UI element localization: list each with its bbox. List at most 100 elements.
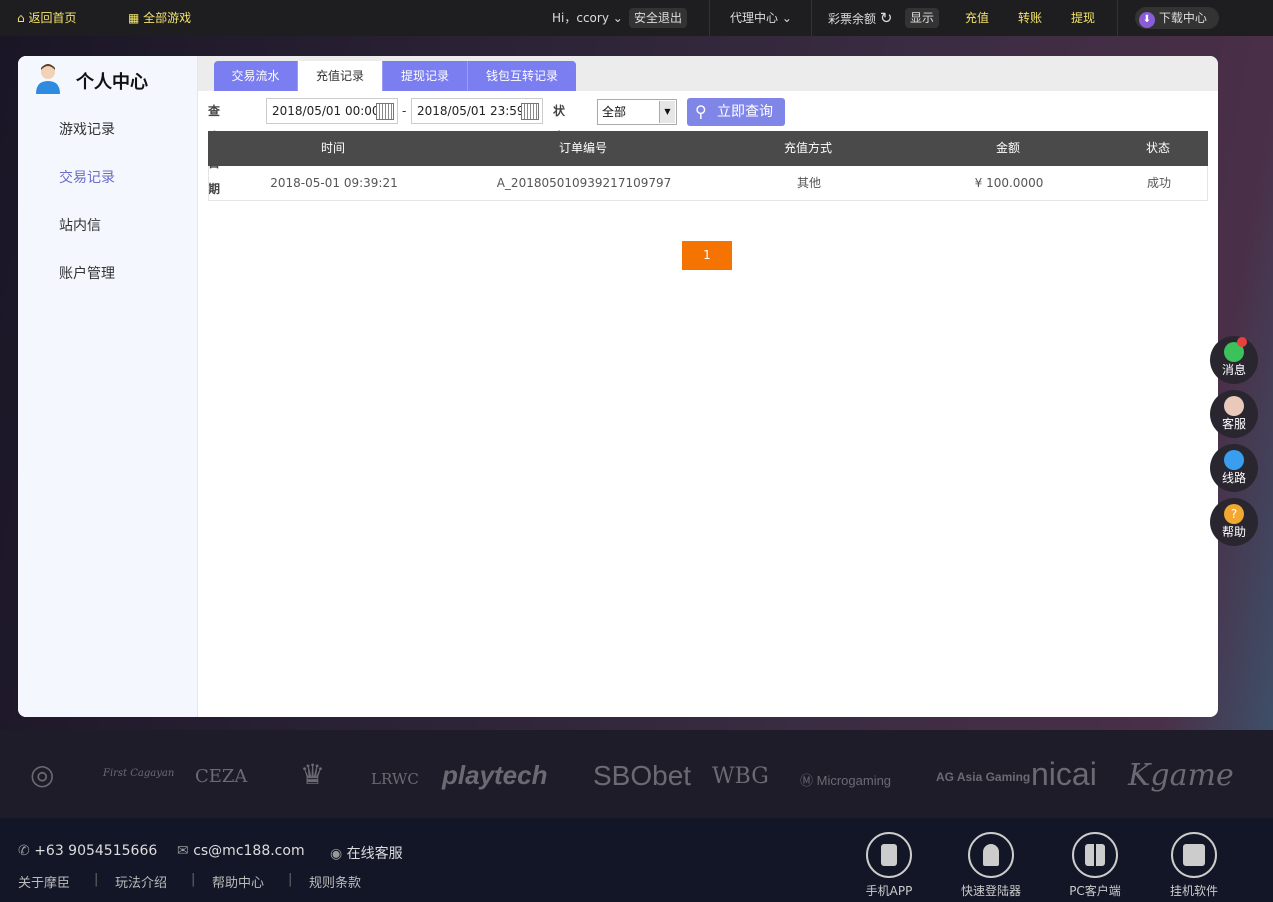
pc-client-label: PC客户端 — [1069, 884, 1121, 898]
sidebar-item-messages[interactable]: 站内信 — [59, 215, 101, 235]
tab-transactions[interactable]: 交易流水 — [214, 61, 298, 91]
logo-ag: AG Asia Gaming — [936, 770, 1031, 784]
user-avatar-icon — [36, 64, 60, 94]
end-date-input[interactable]: 2018/05/01 23:59 — [411, 98, 543, 124]
divider: | — [288, 872, 293, 887]
phone-contact: ✆ +63 9054515666 — [18, 843, 157, 859]
window-app-icon — [1171, 832, 1217, 878]
logo-lrwc: LRWC — [371, 770, 419, 788]
query-label: 立即查询 — [717, 104, 773, 120]
deposit-link[interactable]: 充值 — [965, 0, 989, 36]
all-games-label: 全部游戏 — [143, 11, 192, 25]
status-select[interactable]: 全部 ▼ — [597, 99, 677, 125]
agent-avatar-icon — [1224, 396, 1244, 416]
col-status: 状态 — [1145, 141, 1170, 155]
sidebar-item-game-records[interactable]: 游戏记录 — [59, 119, 115, 139]
logo-playtech: playtech — [442, 760, 548, 790]
calendar-icon[interactable] — [521, 103, 539, 120]
home-link[interactable]: ⌂ 返回首页 — [17, 0, 76, 36]
grid-icon: ▦ — [128, 11, 140, 25]
logo-sbobet: SBObet — [593, 760, 692, 791]
email-icon: ✉ — [177, 843, 189, 859]
cell-time: 2018-05-01 09:39:21 — [270, 176, 398, 190]
logo-first-cagayan: First Cagayan — [103, 768, 175, 779]
float-route-button[interactable]: 线路 — [1210, 444, 1258, 492]
cell-order-no: A_201805010939217109797 — [496, 176, 672, 190]
divider: | — [191, 872, 196, 887]
table-header: 时间 订单编号 充值方式 金额 状态 — [208, 131, 1208, 166]
page-button-1[interactable]: 1 — [682, 241, 732, 270]
online-service-label: 在线客服 — [346, 846, 403, 862]
online-service-link[interactable]: ◉ 在线客服 — [330, 843, 403, 863]
transfer-link[interactable]: 转账 — [1018, 0, 1042, 36]
windows-icon — [1072, 832, 1118, 878]
tab-bar: 交易流水 充值记录 提现记录 钱包互转记录 — [198, 56, 1218, 91]
cell-method: 其他 — [796, 176, 821, 190]
download-label: 下载中心 — [1158, 11, 1207, 25]
sidebar-item-account[interactable]: 账户管理 — [59, 263, 115, 283]
messages-label: 消息 — [1221, 363, 1246, 377]
headset-icon: ◉ — [330, 846, 343, 862]
float-messages-button[interactable]: 消息 — [1210, 336, 1258, 384]
logo-wbg: WBG — [712, 764, 769, 789]
quick-launcher-label: 快速登陆器 — [960, 884, 1021, 898]
footer-link-rules[interactable]: 规则条款 — [309, 872, 361, 891]
download-center-button[interactable]: ⬇ 下载中心 — [1135, 7, 1219, 29]
speedometer-icon — [1224, 450, 1244, 470]
divider — [811, 0, 812, 36]
help-icon: ? — [1224, 504, 1244, 524]
withdraw-link[interactable]: 提现 — [1071, 0, 1095, 36]
tab-deposit-records[interactable]: 充值记录 — [298, 61, 383, 91]
search-icon: ⚲ — [695, 102, 707, 121]
logout-button[interactable]: 安全退出 — [629, 0, 688, 36]
query-button[interactable]: ⚲ 立即查询 — [687, 98, 785, 126]
download-pc-client[interactable]: PC客户端 — [1045, 832, 1145, 899]
col-method: 充值方式 — [783, 141, 832, 155]
email-contact[interactable]: ✉ cs@mc188.com — [177, 843, 305, 859]
calendar-icon[interactable] — [376, 103, 394, 120]
deposit-records-table: 时间 订单编号 充值方式 金额 状态 2018-05-01 09:39:21 A… — [208, 131, 1208, 201]
start-date-input[interactable]: 2018/05/01 00:00 — [266, 98, 398, 124]
footer-link-gameplay[interactable]: 玩法介绍 — [115, 872, 167, 891]
download-mobile-app[interactable]: 手机APP — [839, 832, 939, 899]
phone-icon: ✆ — [18, 843, 30, 859]
footer-link-help[interactable]: 帮助中心 — [212, 872, 264, 891]
download-auto-software[interactable]: 挂机软件 — [1144, 832, 1244, 899]
microgaming-m-icon: Ⓜ — [800, 773, 817, 788]
chevron-down-icon: ⌄ — [781, 11, 792, 25]
mobile-app-label: 手机APP — [865, 884, 913, 898]
phone-number: +63 9054515666 — [34, 843, 158, 859]
footer: ✆ +63 9054515666 ✉ cs@mc188.com ◉ 在线客服 关… — [0, 818, 1273, 902]
agent-label: 代理中心 — [730, 11, 779, 25]
logout-label: 安全退出 — [629, 8, 688, 28]
show-balance-button[interactable]: 显示 — [905, 0, 940, 36]
refresh-icon[interactable]: ↻ — [880, 9, 893, 27]
col-time: 时间 — [320, 141, 345, 155]
tab-withdraw-records[interactable]: 提现记录 — [383, 61, 468, 91]
lottery-balance: 彩票余额 ↻ — [828, 0, 892, 36]
all-games-link[interactable]: ▦ 全部游戏 — [128, 0, 191, 36]
float-service-button[interactable]: 客服 — [1210, 390, 1258, 438]
agent-center-menu[interactable]: 代理中心 ⌄ — [730, 0, 792, 36]
chevron-down-icon: ⌄ — [612, 11, 623, 25]
rocket-icon — [968, 832, 1014, 878]
download-icon: ⬇ — [1139, 12, 1155, 28]
logo-microgaming-text: Microgaming — [816, 773, 892, 788]
footer-link-about[interactable]: 关于摩臣 — [18, 872, 70, 891]
tab-wallet-transfer-records[interactable]: 钱包互转记录 — [468, 61, 576, 91]
home-icon: ⌂ — [17, 11, 25, 25]
balance-label: 彩票余额 — [828, 12, 877, 26]
float-help-button[interactable]: ? 帮助 — [1210, 498, 1258, 546]
sidebar-item-transaction-records[interactable]: 交易记录 — [59, 167, 115, 187]
download-quick-launcher[interactable]: 快速登陆器 — [941, 832, 1041, 899]
user-menu[interactable]: Hi，ccory ⌄ — [552, 0, 623, 36]
dropdown-arrow-icon: ▼ — [659, 101, 675, 123]
notification-dot — [1237, 337, 1247, 347]
logo-ceza: CEZA — [195, 766, 248, 787]
sidebar-title: 个人中心 — [76, 72, 148, 93]
personal-center-panel: 个人中心 游戏记录 交易记录 站内信 账户管理 交易流水 充值记录 提现记录 钱… — [18, 56, 1218, 717]
route-label: 线路 — [1221, 471, 1246, 485]
divider — [709, 0, 710, 36]
table-row: 2018-05-01 09:39:21 A_201805010939217109… — [208, 166, 1208, 201]
phone-device-icon — [866, 832, 912, 878]
